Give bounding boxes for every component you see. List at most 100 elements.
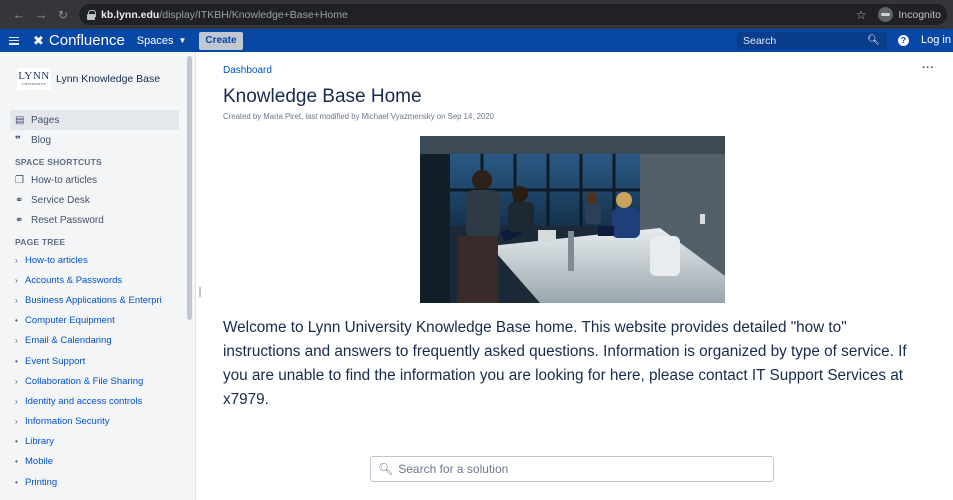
sidebar-navigation: ▤ Pages ❞ Blog SPACE SHORTCUTS ❐ How-to …: [10, 110, 179, 492]
page-tree: › How-to articles › Accounts & Passwords › Bu…: [10, 250, 179, 492]
chevron-right-icon[interactable]: ›: [15, 276, 25, 285]
page-tree-item[interactable]: • Mobile: [10, 452, 179, 472]
page-tree-label: Library: [25, 436, 55, 448]
solution-search[interactable]: 🔍︎: [370, 456, 774, 482]
space-shortcuts-heading: SPACE SHORTCUTS: [15, 157, 102, 167]
page-tree-item[interactable]: • Computer Equipment: [10, 311, 179, 331]
url-path: /display/ITKBH/Knowledge+Base+Home: [159, 8, 348, 21]
breadcrumb[interactable]: Dashboard: [223, 65, 272, 76]
forward-arrow-icon[interactable]: →: [32, 7, 50, 22]
page-tree-item[interactable]: • Event Support: [10, 351, 179, 371]
address-bar[interactable]: kb.lynn.edu /display/ITKBH/Knowledge+Bas…: [79, 4, 947, 25]
bullet-icon: •: [15, 316, 18, 326]
space-header[interactable]: LYNN UNIVERSITY Lynn Knowledge Base: [17, 68, 160, 90]
shortcut-label: How-to articles: [31, 174, 98, 186]
students-photo: [420, 136, 725, 303]
chevron-right-icon[interactable]: ›: [15, 336, 25, 345]
page-tree-label: Mobile: [25, 456, 53, 468]
space-logo-line2: UNIVERSITY: [22, 82, 46, 86]
chevron-right-icon[interactable]: ›: [15, 256, 25, 265]
url-host: kb.lynn.edu: [101, 8, 160, 21]
sidebar-item-blog[interactable]: ❞ Blog: [10, 130, 179, 150]
search-icon: 🔍︎: [378, 462, 394, 476]
search-icon[interactable]: 🔍︎: [867, 35, 880, 46]
chevron-right-icon[interactable]: ›: [15, 377, 25, 386]
page-tree-item[interactable]: › Accounts & Passwords: [10, 270, 179, 290]
page-title: Knowledge Base Home: [223, 86, 422, 107]
page-tree-item[interactable]: › Information Security: [10, 412, 179, 432]
address-bar-actions: ☆ Incognito: [856, 7, 941, 22]
page-byline: Created by Maria Piret, last modified by…: [223, 112, 495, 121]
shortcut-service-desk[interactable]: ⚭ Service Desk: [10, 190, 179, 210]
shortcut-how-to-articles[interactable]: ❐ How-to articles: [10, 170, 179, 190]
page-tree-item[interactable]: › Identity and access controls: [10, 391, 179, 411]
page-tree-item[interactable]: › How-to articles: [10, 250, 179, 270]
chevron-down-icon: ▼: [178, 36, 187, 45]
incognito-indicator[interactable]: Incognito: [878, 7, 941, 22]
sidebar-item-label: Pages: [31, 114, 60, 126]
sidebar-item-label: Blog: [31, 134, 52, 146]
page-tree-label: Identity and access controls: [25, 395, 143, 407]
page-tree-item[interactable]: • Library: [10, 432, 179, 452]
space-name: Lynn Knowledge Base: [56, 73, 161, 85]
create-button[interactable]: Create: [199, 31, 243, 50]
page-tree-label: Information Security: [25, 416, 110, 428]
bookmark-star-icon[interactable]: ☆: [856, 8, 867, 22]
welcome-text: Welcome to Lynn University Knowledge Bas…: [223, 319, 907, 408]
link-icon: ⚭: [15, 214, 24, 226]
chevron-right-icon[interactable]: ›: [15, 417, 25, 426]
more-actions-icon[interactable]: ···: [922, 62, 935, 74]
sidebar: LYNN UNIVERSITY Lynn Knowledge Base ▤ Pa…: [0, 52, 196, 500]
space-logo: LYNN UNIVERSITY: [17, 68, 51, 90]
bullet-icon: •: [15, 437, 18, 447]
page-tree-label: Event Support: [25, 355, 86, 367]
space-logo-line1: LYNN: [18, 70, 50, 82]
confluence-header: ✖ Confluence Spaces ▼ Create Search 🔍︎ ?…: [0, 29, 953, 52]
lock-icon: [87, 9, 96, 20]
page-tree-label: Printing: [25, 476, 58, 488]
page-tree-label: Accounts & Passwords: [25, 274, 123, 286]
bullet-icon: •: [15, 477, 18, 487]
page-tree-item[interactable]: › Collaboration & File Sharing: [10, 371, 179, 391]
confluence-logo[interactable]: ✖ Confluence: [33, 32, 125, 49]
confluence-logo-text: Confluence: [48, 32, 125, 49]
incognito-label: Incognito: [898, 8, 941, 21]
sidebar-item-pages[interactable]: ▤ Pages: [10, 110, 179, 130]
confluence-logo-icon: ✖: [33, 32, 44, 48]
browser-toolbar: ← → ↻ kb.lynn.edu /display/ITKBH/Knowled…: [0, 0, 953, 29]
solution-search-input[interactable]: [398, 462, 759, 476]
copy-icon: ❐: [15, 174, 24, 186]
link-icon: ⚭: [15, 194, 24, 206]
header-search-placeholder: Search: [743, 34, 777, 47]
help-icon[interactable]: ?: [898, 35, 909, 46]
spaces-menu[interactable]: Spaces ▼: [137, 35, 187, 47]
page-tree-label: Email & Calendaring: [25, 335, 112, 347]
chevron-right-icon[interactable]: ›: [15, 397, 25, 406]
bullet-icon: •: [15, 457, 18, 467]
shortcut-reset-password[interactable]: ⚭ Reset Password: [10, 210, 179, 230]
incognito-icon: [878, 7, 894, 22]
page-tree-label: Collaboration & File Sharing: [25, 375, 144, 387]
login-link[interactable]: Log in: [921, 34, 951, 46]
page-tree-item[interactable]: › Email & Calendaring: [10, 331, 179, 351]
sidebar-scrollbar[interactable]: [187, 56, 192, 320]
header-search[interactable]: Search 🔍︎: [737, 32, 887, 49]
page-icon: ▤: [15, 114, 25, 126]
hero-image: [420, 136, 725, 303]
shortcut-label: Service Desk: [31, 194, 90, 206]
page-tree-label: How-to articles: [25, 254, 88, 266]
page-tree-label: Computer Equipment: [25, 315, 115, 327]
page-tree-heading: PAGE TREE: [15, 237, 66, 247]
page-tree-label: Business Applications & Enterpri: [25, 294, 162, 306]
page-tree-item[interactable]: › Business Applications & Enterpri: [10, 290, 179, 310]
bullet-icon: •: [15, 356, 18, 366]
chevron-right-icon[interactable]: ›: [15, 296, 25, 305]
reload-icon[interactable]: ↻: [54, 8, 72, 22]
sidebar-resize-handle[interactable]: [199, 287, 201, 297]
page-tree-item[interactable]: • Printing: [10, 472, 179, 492]
back-arrow-icon[interactable]: ←: [10, 7, 28, 22]
shortcut-label: Reset Password: [31, 214, 104, 226]
spaces-label: Spaces: [136, 34, 174, 47]
quote-icon: ❞: [15, 134, 21, 146]
menu-icon[interactable]: [9, 36, 19, 45]
